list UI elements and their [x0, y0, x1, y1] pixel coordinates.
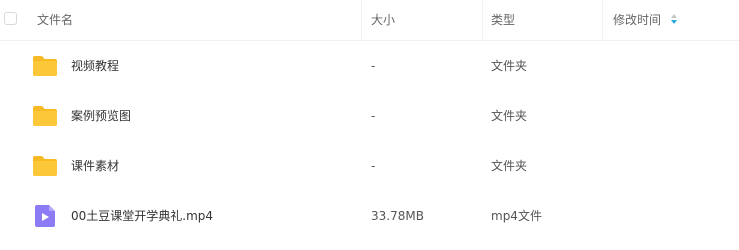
file-row[interactable]: 案例预览图 - 文件夹	[0, 91, 739, 141]
file-list: 文件名 大小 类型 修改时间 视频教程 - 文件夹 案例预览图 - 文件夹 课件…	[0, 0, 739, 250]
column-header-modified[interactable]: 修改时间	[613, 12, 661, 28]
file-size: -	[371, 159, 376, 173]
folder-icon	[33, 106, 57, 126]
select-all-checkbox[interactable]	[4, 12, 17, 25]
column-header-name[interactable]: 文件名	[37, 12, 73, 28]
file-size: -	[371, 59, 376, 73]
sort-icon[interactable]	[670, 13, 678, 25]
file-row[interactable]: 00土豆课堂开学典礼.mp4 33.78MB mp4文件	[0, 191, 739, 241]
file-row[interactable]: 课件素材 - 文件夹	[0, 141, 739, 191]
file-size: 33.78MB	[371, 209, 424, 223]
video-file-icon	[35, 205, 55, 227]
column-divider	[602, 0, 603, 40]
file-name[interactable]: 课件素材	[71, 158, 119, 174]
folder-icon	[33, 156, 57, 176]
file-type: 文件夹	[491, 109, 528, 123]
column-header-type[interactable]: 类型	[491, 12, 515, 28]
folder-icon	[33, 56, 57, 76]
file-name[interactable]: 00土豆课堂开学典礼.mp4	[71, 208, 213, 224]
file-name[interactable]: 案例预览图	[71, 108, 131, 124]
column-header-size[interactable]: 大小	[371, 12, 395, 28]
file-type: 文件夹	[491, 59, 528, 73]
file-type: mp4文件	[491, 209, 542, 223]
file-list-header: 文件名 大小 类型 修改时间	[0, 0, 739, 41]
file-type: 文件夹	[491, 159, 528, 173]
file-row[interactable]: 视频教程 - 文件夹	[0, 41, 739, 91]
file-size: -	[371, 109, 376, 123]
column-divider	[482, 0, 483, 40]
column-divider	[361, 0, 362, 40]
file-name[interactable]: 视频教程	[71, 58, 119, 74]
